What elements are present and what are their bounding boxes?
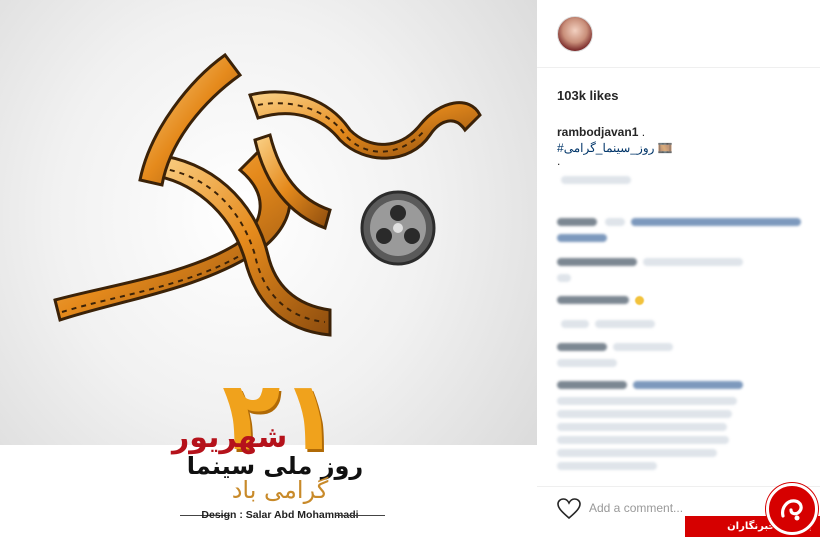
poster-month: شهریور xyxy=(172,420,288,455)
blurred-emoji xyxy=(635,296,644,305)
blurred-comment xyxy=(605,218,625,226)
blurred-comment xyxy=(557,462,657,470)
blurred-comment xyxy=(595,320,655,328)
caption-separator: . xyxy=(638,125,646,139)
caption-dot: . xyxy=(557,154,561,168)
blurred-comment xyxy=(557,449,717,457)
blurred-comment xyxy=(561,176,631,184)
blurred-comment xyxy=(557,274,571,282)
blurred-comment xyxy=(643,258,743,266)
blurred-comment xyxy=(557,234,607,242)
news-logo-icon xyxy=(781,499,803,521)
blurred-comment xyxy=(613,343,673,351)
blurred-comment xyxy=(631,218,801,226)
blurred-comment-user xyxy=(557,296,629,304)
blurred-comment xyxy=(557,410,732,418)
blurred-comment-user xyxy=(557,258,637,266)
blurred-comment xyxy=(561,320,589,328)
avatar[interactable] xyxy=(557,16,593,52)
comments-list xyxy=(557,168,807,478)
film-strip-center xyxy=(148,153,332,337)
blurred-comment xyxy=(557,423,727,431)
post-sidebar: 103k likes rambodjavan1 . #روز_سینما_گرا… xyxy=(537,0,820,537)
blurred-comment xyxy=(633,381,743,389)
blurred-comment xyxy=(557,436,729,444)
blurred-comment-user xyxy=(557,381,627,389)
credit-divider-right xyxy=(335,515,385,516)
film-reel-icon xyxy=(360,190,436,266)
heart-icon[interactable] xyxy=(557,498,581,520)
likes-count[interactable]: 103k likes xyxy=(557,88,618,103)
post-image[interactable]: ۲۱ شهریور روز ملی سینما گرامی باد Design… xyxy=(0,0,537,537)
blurred-comment xyxy=(557,359,617,367)
blurred-comment-user xyxy=(557,218,597,226)
post-caption: rambodjavan1 . #روز_سینما_گرامی 🎞️ xyxy=(557,124,807,156)
post-header xyxy=(537,0,820,68)
poster-subtitle: گرامی باد xyxy=(231,476,329,504)
blurred-comment-user xyxy=(557,343,607,351)
caption-hashtag[interactable]: #روز_سینما_گرامی 🎞️ xyxy=(557,140,807,156)
blurred-comment xyxy=(557,397,737,405)
watermark-logo xyxy=(766,483,818,535)
caption-username[interactable]: rambodjavan1 xyxy=(557,125,638,139)
